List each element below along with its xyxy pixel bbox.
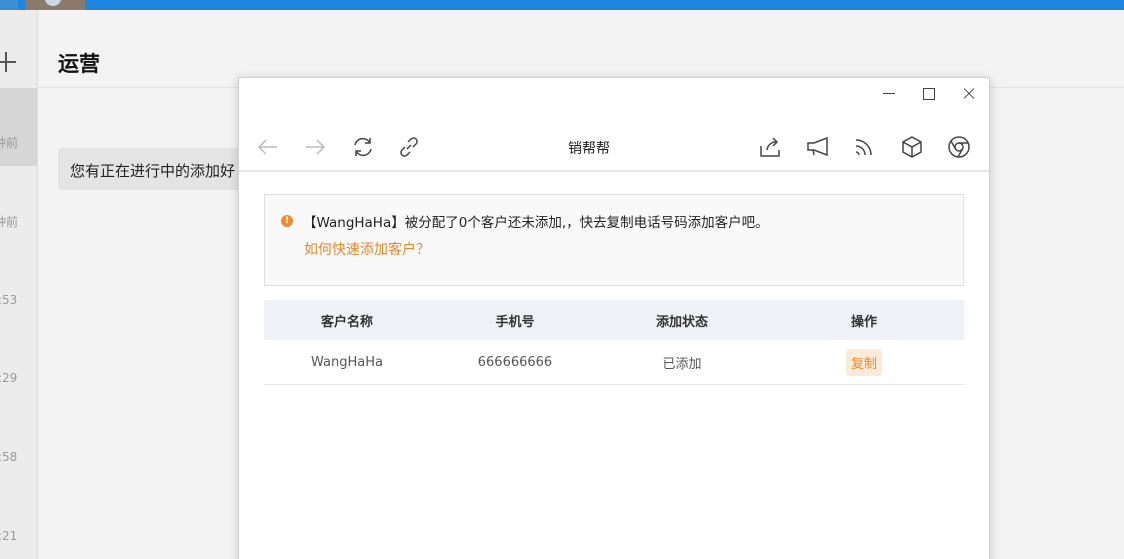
- top-app-bar: [0, 0, 1124, 10]
- alert-message: 【WangHaHa】被分配了0个客户还未添加,，快去复制电话号码添加客户吧。: [303, 215, 769, 231]
- phone-number: 666666666: [477, 354, 553, 370]
- maximize-button[interactable]: [915, 84, 943, 104]
- table-row: WangHaHa 666666666 已添加 复制: [264, 340, 964, 385]
- avatar[interactable]: [25, 0, 85, 10]
- conversation-list: 钟前 钟前 :53 :29 :58 :21: [0, 10, 38, 559]
- add-icon[interactable]: [0, 50, 20, 74]
- list-item-time: :21: [0, 529, 18, 543]
- copy-button[interactable]: 复制: [845, 348, 882, 376]
- help-link[interactable]: 如何快速添加客户？: [304, 239, 430, 259]
- app-menu-tab[interactable]: [0, 0, 18, 10]
- warning-icon: !: [281, 215, 293, 227]
- popup-window: 销帮帮 ! 【WangHaHa】被分配了0个客户还未添加,，快去复制电话号码添加…: [238, 77, 990, 559]
- window-title: 销帮帮: [568, 141, 610, 157]
- cube-icon[interactable]: [899, 134, 925, 160]
- list-item-time: 钟前: [0, 215, 19, 229]
- table-header: 客户名称 手机号 添加状态 操作: [264, 300, 964, 340]
- close-button[interactable]: [955, 84, 983, 104]
- refresh-icon[interactable]: [350, 134, 376, 160]
- list-item-time: :58: [0, 450, 18, 464]
- rss-icon[interactable]: [851, 134, 877, 160]
- forward-icon[interactable]: [302, 134, 328, 160]
- page-title: 运营: [58, 52, 100, 76]
- minimize-button[interactable]: [875, 84, 903, 104]
- share-icon[interactable]: [757, 134, 783, 160]
- customer-name: WangHaHa: [311, 354, 383, 370]
- back-icon[interactable]: [255, 134, 281, 160]
- link-icon[interactable]: [396, 134, 422, 160]
- column-header: 客户名称: [320, 314, 373, 330]
- alert-box: ! 【WangHaHa】被分配了0个客户还未添加,，快去复制电话号码添加客户吧。…: [264, 194, 964, 286]
- customer-table: 客户名称 手机号 添加状态 操作 WangHaHa 666666666 已添加 …: [264, 300, 964, 385]
- column-header: 手机号: [495, 314, 535, 330]
- column-header: 操作: [850, 314, 877, 330]
- add-status: 已添加: [662, 356, 702, 372]
- list-item-time: :29: [0, 371, 18, 385]
- selected-list-item[interactable]: [0, 88, 37, 166]
- list-item-time: 钟前: [0, 136, 19, 150]
- browser-toolbar: 销帮帮: [239, 128, 989, 172]
- action-cell: 复制: [764, 340, 964, 384]
- megaphone-icon[interactable]: [805, 134, 831, 160]
- chrome-icon[interactable]: [946, 134, 972, 160]
- notice-message[interactable]: 您有正在进行中的添加好: [58, 148, 258, 190]
- list-item-time: :53: [0, 293, 18, 307]
- column-header: 添加状态: [655, 314, 708, 330]
